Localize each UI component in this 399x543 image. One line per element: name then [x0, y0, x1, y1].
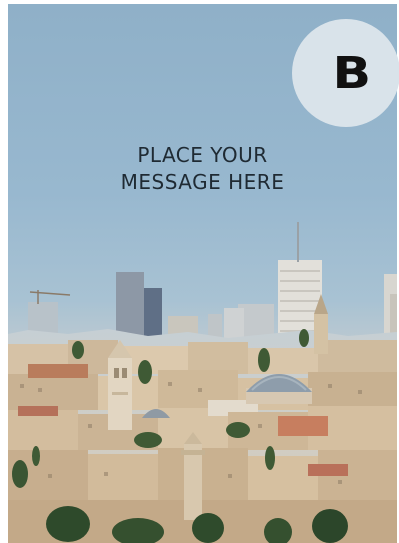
- minaret: [181, 432, 205, 520]
- bell-tower: [108, 340, 132, 430]
- postcard: PLACE YOUR MESSAGE HERE B: [0, 0, 399, 543]
- message-line-2: MESSAGE HERE: [120, 170, 285, 194]
- brand-badge: B: [292, 19, 399, 127]
- message-placeholder: PLACE YOUR MESSAGE HERE: [8, 142, 397, 196]
- badge-letter: B: [332, 47, 372, 99]
- message-line-1: PLACE YOUR: [137, 143, 268, 167]
- crane: [29, 290, 71, 304]
